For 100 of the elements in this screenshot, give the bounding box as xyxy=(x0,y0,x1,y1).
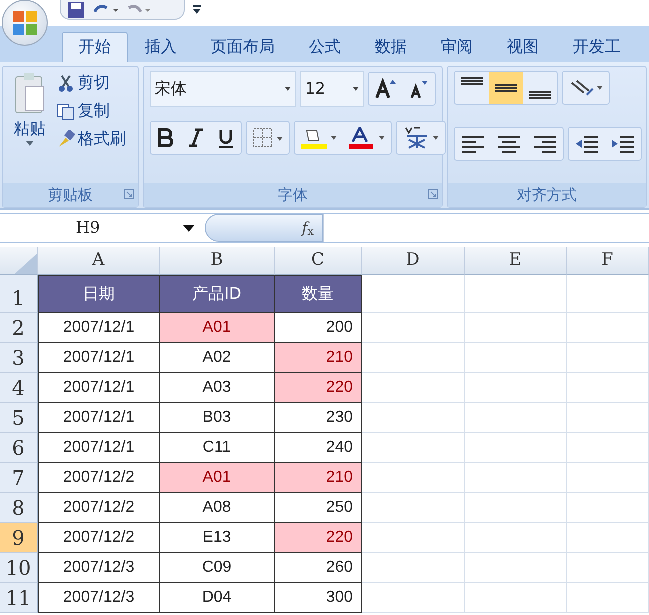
ribbon-tab[interactable]: 插入 xyxy=(128,32,194,62)
dialog-launcher-icon[interactable] xyxy=(428,189,438,199)
align-lines-icon xyxy=(529,91,551,99)
empty-cell[interactable] xyxy=(465,343,567,373)
table-cell: 220 xyxy=(275,373,362,403)
copy-button[interactable]: 复制 xyxy=(57,99,126,123)
cut-button[interactable]: 剪切 xyxy=(57,71,126,95)
ribbon-tab[interactable]: 视图 xyxy=(490,32,556,62)
column-header[interactable]: D xyxy=(362,247,465,275)
empty-cell[interactable] xyxy=(465,553,567,583)
row-header[interactable]: 4 xyxy=(0,373,38,403)
dropdown-arrow-icon xyxy=(353,87,359,91)
table-cell: 260 xyxy=(275,553,362,583)
ribbon-tab[interactable]: 公式 xyxy=(292,32,358,62)
empty-cell[interactable] xyxy=(465,373,567,403)
borders-icon xyxy=(253,128,283,148)
empty-cell[interactable] xyxy=(567,523,649,553)
row-header[interactable]: 11 xyxy=(0,583,38,613)
table-cell: 2007/12/1 xyxy=(38,403,160,433)
empty-cell[interactable] xyxy=(465,583,567,613)
align-center-icon xyxy=(497,133,521,155)
row-header[interactable]: 6 xyxy=(0,433,38,463)
empty-cell[interactable] xyxy=(362,403,465,433)
table-cell: 2007/12/3 xyxy=(38,583,160,613)
table-cell: A08 xyxy=(160,493,275,523)
ribbon-tab[interactable]: 开发工 xyxy=(556,32,638,62)
empty-cell[interactable] xyxy=(465,433,567,463)
font-color-icon xyxy=(349,127,385,149)
middle-align-button[interactable] xyxy=(489,72,523,104)
office-logo-icon xyxy=(11,9,39,37)
empty-cell[interactable] xyxy=(362,433,465,463)
font-name-field[interactable]: 宋体 xyxy=(150,71,296,107)
row-header[interactable]: 7 xyxy=(0,463,38,493)
empty-cell[interactable] xyxy=(465,403,567,433)
table-cell: 2007/12/1 xyxy=(38,343,160,373)
row-header[interactable]: 2 xyxy=(0,313,38,343)
column-header[interactable]: F xyxy=(567,247,649,275)
ribbon-tab[interactable]: 数据 xyxy=(358,32,424,62)
empty-cell[interactable] xyxy=(567,403,649,433)
align-lines-icon xyxy=(461,77,483,85)
empty-cell[interactable] xyxy=(567,463,649,493)
scissors-icon xyxy=(57,74,75,92)
empty-cell[interactable] xyxy=(567,373,649,403)
column-header[interactable]: B xyxy=(160,247,275,275)
table-cell: A01 xyxy=(160,313,275,343)
table-cell: 2007/12/3 xyxy=(38,553,160,583)
empty-cell[interactable] xyxy=(567,343,649,373)
corner-triangle-icon xyxy=(15,254,37,274)
table-cell: 210 xyxy=(275,343,362,373)
empty-cell[interactable] xyxy=(567,313,649,343)
column-header[interactable]: C xyxy=(275,247,362,275)
font-size-field[interactable]: 12 xyxy=(300,71,364,107)
empty-cell[interactable] xyxy=(362,553,465,583)
office-button[interactable] xyxy=(2,0,48,46)
underline-icon xyxy=(217,128,235,148)
name-box[interactable]: H9 xyxy=(0,214,205,242)
empty-cell[interactable] xyxy=(567,493,649,523)
paste-button[interactable]: 粘贴 xyxy=(9,71,51,179)
empty-cell[interactable] xyxy=(362,493,465,523)
empty-cell[interactable] xyxy=(362,583,465,613)
empty-cell[interactable] xyxy=(567,553,649,583)
align-lines-icon xyxy=(495,84,517,92)
empty-cell[interactable] xyxy=(567,275,649,313)
customize-menu-icon[interactable] xyxy=(192,4,202,16)
empty-cell[interactable] xyxy=(465,275,567,313)
dropdown-arrow-icon xyxy=(183,224,195,232)
empty-cell[interactable] xyxy=(465,493,567,523)
save-icon[interactable] xyxy=(67,0,85,18)
row-header[interactable]: 8 xyxy=(0,493,38,523)
row-header[interactable]: 1 xyxy=(0,275,38,313)
group-label: 对齐方式 xyxy=(517,186,577,204)
group-label: 剪贴板 xyxy=(48,186,93,204)
row-header[interactable]: 10 xyxy=(0,553,38,583)
table-cell: 230 xyxy=(275,403,362,433)
header-cell: 产品ID xyxy=(160,275,275,313)
table-cell: 2007/12/1 xyxy=(38,433,160,463)
insert-function-button[interactable]: f$_{x}$ xyxy=(205,214,323,242)
table-cell: B03 xyxy=(160,403,275,433)
column-header[interactable]: A xyxy=(38,247,160,275)
table-cell: 2007/12/1 xyxy=(38,373,160,403)
select-all-button[interactable] xyxy=(0,247,38,275)
empty-cell[interactable] xyxy=(465,523,567,553)
empty-cell[interactable] xyxy=(567,433,649,463)
decrease-indent-icon xyxy=(575,133,599,155)
table-cell: 210 xyxy=(275,463,362,493)
dialog-launcher-icon[interactable] xyxy=(124,189,134,199)
empty-cell[interactable] xyxy=(465,313,567,343)
empty-cell[interactable] xyxy=(465,463,567,493)
empty-cell[interactable] xyxy=(362,313,465,343)
ribbon-tab[interactable]: 开始 xyxy=(62,32,128,62)
row-header[interactable]: 9 xyxy=(0,523,38,553)
table-cell: 2007/12/2 xyxy=(38,493,160,523)
column-header[interactable]: E xyxy=(465,247,567,275)
row-header[interactable]: 3 xyxy=(0,343,38,373)
ribbon-tab[interactable]: 页面布局 xyxy=(194,32,292,62)
italic-icon xyxy=(187,128,205,148)
row-header[interactable]: 5 xyxy=(0,403,38,433)
ribbon-tab[interactable]: 审阅 xyxy=(424,32,490,62)
format-painter-button[interactable]: 格式刷 xyxy=(57,127,126,151)
empty-cell[interactable] xyxy=(567,583,649,613)
